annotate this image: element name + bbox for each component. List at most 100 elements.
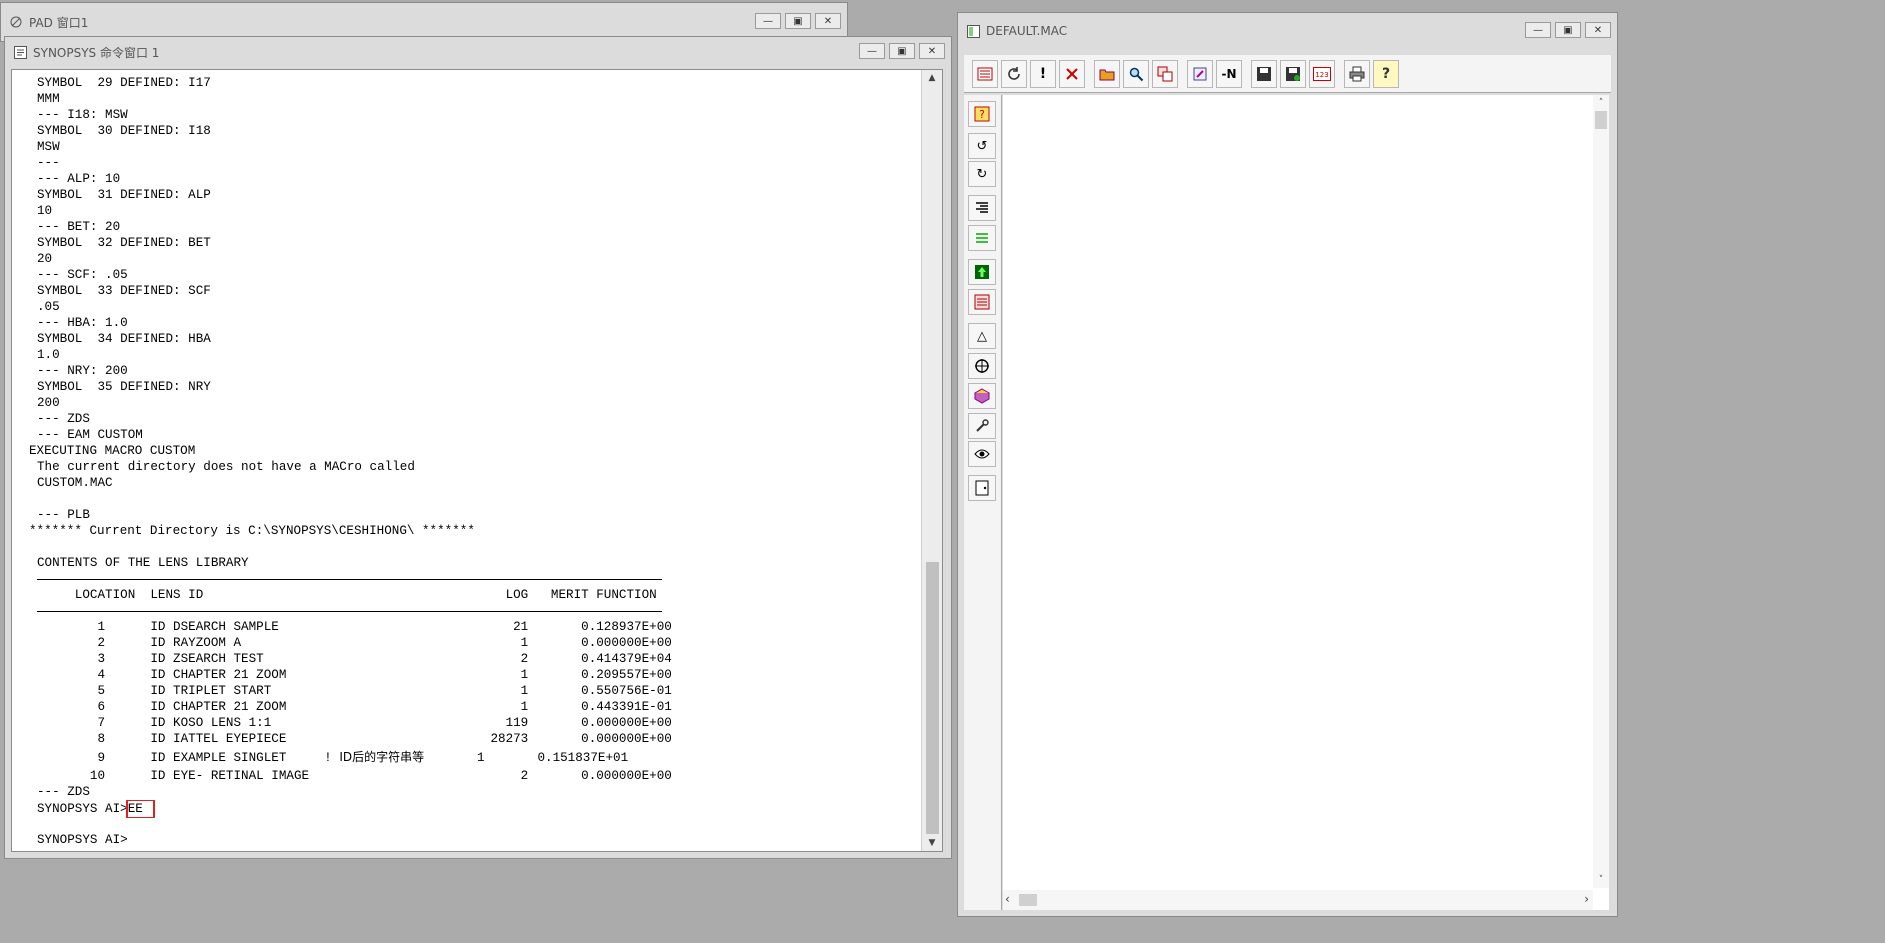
save-icon[interactable] [1251,59,1277,88]
up-arrow-icon[interactable] [968,259,996,285]
command-maximize-button[interactable]: ▣ [889,43,915,59]
editor-scroll-up-icon[interactable]: ˄ [1593,95,1609,111]
table-row: 8 ID IATTEL EYEPIECE 28273 0.000000E+00 [37,732,672,746]
target-icon[interactable] [968,353,996,379]
console-line: SYMBOL 35 DEFINED: NRY [37,380,211,394]
prompt-input-highlight[interactable]: EE [125,800,155,818]
final-prompt[interactable]: SYNOPSYS AI> [12,832,920,848]
table-row: 5 ID TRIPLET START 1 0.550756E-01 [37,684,672,698]
print-icon[interactable] [1344,59,1370,88]
help-icon[interactable]: ? [1373,59,1399,88]
pad-close-button[interactable]: ✕ [815,13,841,29]
table-row: 1 ID DSEARCH SAMPLE 21 0.128937E+00 [37,620,672,634]
console-line: --- PLB [37,508,90,522]
refresh-icon[interactable] [1001,59,1027,88]
package-icon[interactable] [968,383,996,409]
pad-minimize-button[interactable]: — [755,13,781,29]
console-line: The current directory does not have a MA… [37,460,415,474]
console-line: ******* Current Directory is C:\SYNOPSYS… [29,524,475,538]
console-line: --- ZDS [37,785,90,799]
pad-maximize-button[interactable]: ▣ [785,13,811,29]
console-line: 1.0 [37,348,60,362]
editor-scroll-left-icon[interactable]: ‹ [1005,892,1010,906]
copy-icon[interactable] [1152,59,1178,88]
triangle-icon[interactable]: △ [968,323,996,349]
list-view-icon[interactable] [968,289,996,315]
undo-icon[interactable]: ↺ [968,133,996,159]
command-close-button[interactable]: ✕ [919,43,945,59]
execute-icon[interactable]: ! [1030,59,1056,88]
scroll-up-arrow-icon[interactable]: ▲ [922,70,942,86]
eye-icon[interactable] [968,441,996,467]
editor-minimize-button[interactable]: — [1525,22,1551,38]
console-line: SYMBOL 29 DEFINED: I17 [37,76,211,90]
editor-vertical-scrollbar[interactable]: ˄ ˅ [1593,95,1609,888]
table-row: 10 ID EYE- RETINAL IMAGE 2 0.000000E+00 [37,769,672,783]
table-row: 7 ID KOSO LENS 1:1 119 0.000000E+00 [37,716,672,730]
console-line: CONTENTS OF THE LENS LIBRARY [37,556,249,570]
table-row: 3 ID ZSEARCH TEST 2 0.414379E+04 [37,652,672,666]
wrench-icon[interactable] [968,413,996,439]
scroll-thumb[interactable] [926,562,939,834]
editor-titlebar[interactable]: DEFAULT.MAC [958,13,1617,49]
open-folder-icon[interactable] [1094,59,1120,88]
editor-window: DEFAULT.MAC — ▣ ✕ ! -N 123 ? ? ↺ ↻ △ ˄ ˅… [957,12,1618,917]
console-line: SYMBOL 33 DEFINED: SCF [37,284,211,298]
console-line: --- NRY: 200 [37,364,128,378]
prompt-label: SYNOPSYS AI> [37,802,128,816]
console-line: 20 [37,252,53,266]
line-numbers-icon[interactable]: 123 [1309,59,1335,88]
console-line: EXECUTING MACRO CUSTOM [29,444,196,458]
pad-title: PAD 窗口1 [29,15,89,30]
table-header-rule [12,603,920,619]
console-line: --- I18: MSW [37,108,128,122]
editor-side-toolbar: ? ↺ ↻ △ [964,95,1002,910]
table-header: LOCATION LENS ID LOG MERIT FUNCTION [37,588,657,602]
console-line: --- ZDS [37,412,90,426]
console-line: CUSTOM.MAC [37,476,113,490]
console-line: SYMBOL 31 DEFINED: ALP [37,188,211,202]
search-icon[interactable] [1123,59,1149,88]
console-line: SYMBOL 30 DEFINED: I18 [37,124,211,138]
table-row: 9 ID EXAMPLE SINGLET ! ID后的字符串等 1 0.1518… [12,747,920,768]
pad-app-icon [9,15,23,29]
editor-app-icon [966,24,980,38]
console-lines: SYMBOL 29 DEFINED: I17 MMM --- I18: MSW … [12,75,920,851]
editor-horizontal-scrollbar[interactable]: ‹ › [1003,890,1593,910]
redo-icon[interactable]: ↻ [968,161,996,187]
stop-icon[interactable] [1059,59,1085,88]
console-app-icon [13,45,27,59]
console-line: SYMBOL 32 DEFINED: BET [37,236,211,250]
console-line: --- HBA: 1.0 [37,316,128,330]
table-row: 4 ID CHAPTER 21 ZOOM 1 0.209557E+00 [37,668,672,682]
editor-close-button[interactable]: ✕ [1585,22,1611,38]
row9-suffix: 1 0.151837E+01 [424,751,629,765]
editor-hscroll-thumb[interactable] [1019,894,1037,906]
console-line: 10 [37,204,53,218]
align-right-icon[interactable] [968,195,996,221]
command-minimize-button[interactable]: — [859,43,885,59]
macro-editor-area[interactable]: ˄ ˅ ‹ › [1003,95,1609,910]
console-output[interactable]: SYMBOL 29 DEFINED: I17 MMM --- I18: MSW … [11,69,943,852]
command-titlebar[interactable]: SYNOPSYS 命令窗口 1 [5,37,951,67]
align-lines-icon[interactable] [968,225,996,251]
editor-title: DEFAULT.MAC [986,24,1068,38]
console-vertical-scrollbar[interactable]: ▲ ▼ [921,70,942,851]
console-line: MMM [37,92,60,106]
save-as-icon[interactable] [1280,59,1306,88]
svg-text:123: 123 [1315,71,1328,79]
exit-door-icon[interactable] [968,475,996,501]
editor-scroll-right-icon[interactable]: › [1584,892,1589,906]
editor-scroll-down-icon[interactable]: ˅ [1593,872,1609,888]
row9-comment: ID后的字符串等 [339,750,425,764]
editor-maximize-button[interactable]: ▣ [1555,22,1581,38]
edit-icon[interactable] [1187,59,1213,88]
number-n-icon[interactable]: -N [1216,59,1242,88]
macro-list-icon[interactable] [972,59,998,88]
editor-scroll-thumb[interactable] [1595,111,1607,129]
context-help-icon[interactable]: ? [968,101,996,127]
console-line: --- BET: 20 [37,220,121,234]
scroll-down-arrow-icon[interactable]: ▼ [922,835,942,851]
